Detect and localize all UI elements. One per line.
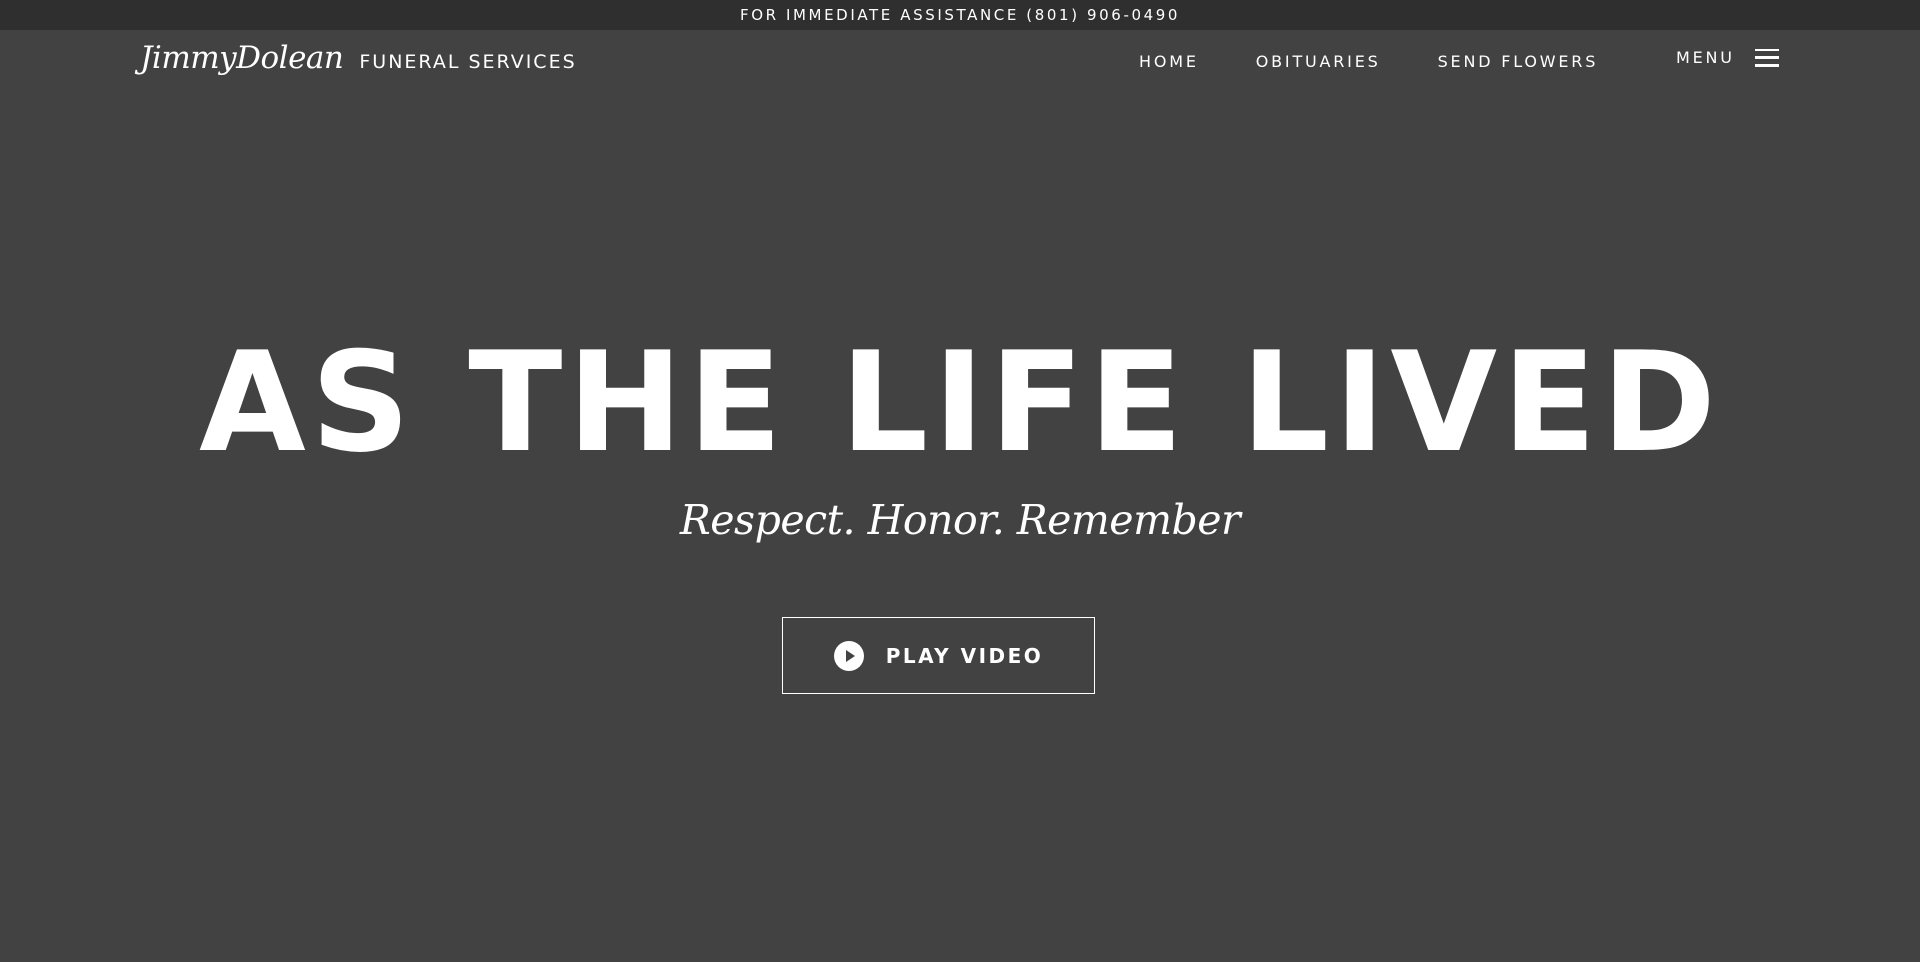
site-header: JimmyDolean FUNERAL SERVICES HOME OBITUA… bbox=[0, 30, 1920, 94]
nav-item-home[interactable]: HOME bbox=[1139, 52, 1199, 71]
main-nav: HOME OBITUARIES SEND FLOWERS bbox=[1139, 52, 1655, 71]
hero-subtitle: Respect. Honor. Remember bbox=[679, 496, 1241, 544]
emergency-contact-bar: FOR IMMEDIATE ASSISTANCE (801) 906-0490 bbox=[0, 0, 1920, 30]
hamburger-menu-icon bbox=[1754, 48, 1779, 67]
play-video-button[interactable]: PLAY VIDEO bbox=[782, 617, 1095, 694]
emergency-phone-link[interactable]: FOR IMMEDIATE ASSISTANCE (801) 906-0490 bbox=[740, 6, 1180, 24]
play-video-label: PLAY VIDEO bbox=[885, 643, 1044, 668]
menu-label: MENU bbox=[1676, 48, 1735, 67]
menu-button[interactable]: MENU bbox=[1676, 48, 1779, 67]
nav-item-send-flowers[interactable]: SEND FLOWERS bbox=[1438, 52, 1599, 71]
logo-script-text: JimmyDolean bbox=[140, 40, 344, 76]
hero-title: AS THE LIFE LIVED bbox=[199, 322, 1721, 483]
logo-subtitle-text: FUNERAL SERVICES bbox=[359, 51, 577, 73]
hero-section: AS THE LIFE LIVED Respect. Honor. Rememb… bbox=[0, 94, 1920, 962]
site-logo[interactable]: JimmyDolean FUNERAL SERVICES bbox=[140, 40, 577, 76]
play-circle-icon bbox=[833, 640, 864, 671]
nav-item-obituaries[interactable]: OBITUARIES bbox=[1256, 52, 1381, 71]
